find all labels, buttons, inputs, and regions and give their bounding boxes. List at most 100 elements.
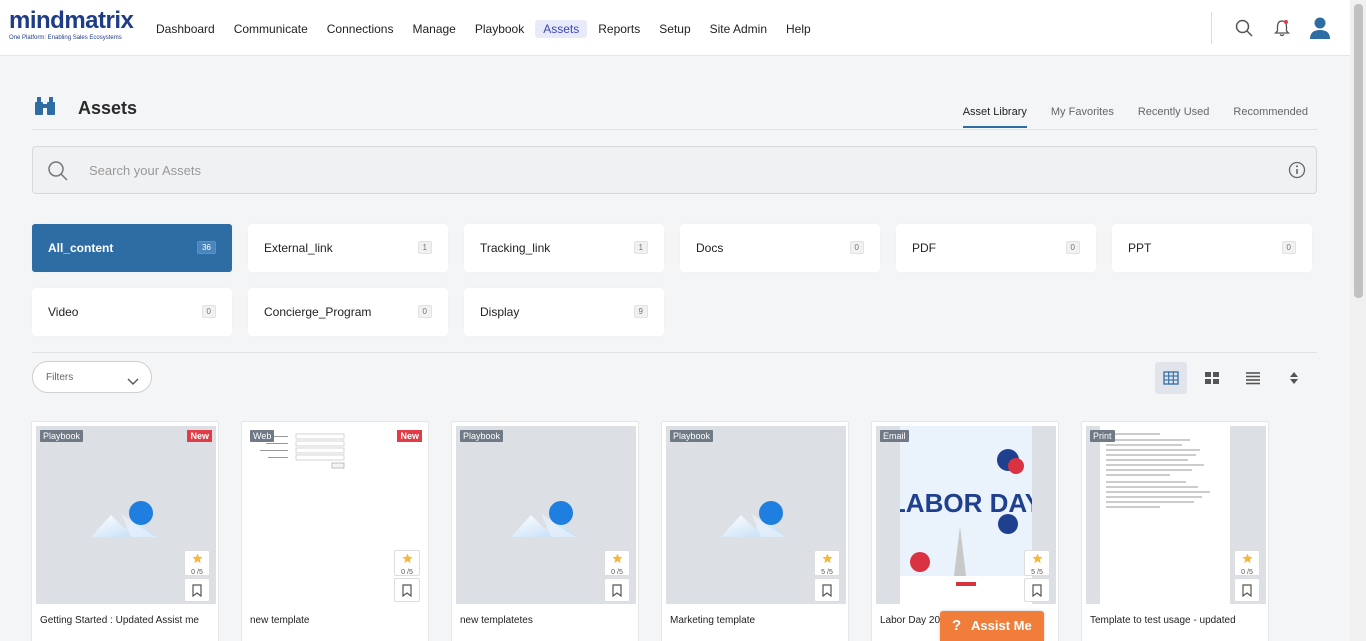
nav-reports[interactable]: Reports <box>590 20 648 38</box>
nav-site-admin[interactable]: Site Admin <box>702 20 775 38</box>
asset-name[interactable]: new template <box>250 615 424 626</box>
new-badge: New <box>397 430 422 442</box>
image-placeholder-icon <box>91 501 157 537</box>
asset-card[interactable]: LABOR DAY Email 5 /5 Labor Day 2023 <box>871 421 1059 641</box>
category-count: 0 <box>201 305 216 318</box>
user-avatar-icon[interactable] <box>1304 12 1336 44</box>
asset-card[interactable]: Playbook 0 /5 new templatetes <box>451 421 639 641</box>
category-count: 1 <box>417 241 432 254</box>
category-label: PDF <box>912 241 936 255</box>
category-label: Concierge_Program <box>264 305 372 319</box>
sort-icon[interactable] <box>1278 362 1310 394</box>
asset-name[interactable]: new templatetes <box>460 615 634 626</box>
category-concierge-program[interactable]: Concierge_Program 0 <box>248 288 448 336</box>
search-input[interactable] <box>89 157 1239 183</box>
asset-thumbnail[interactable]: Playbook New 0 /5 <box>36 426 216 604</box>
category-video[interactable]: Video 0 <box>32 288 232 336</box>
star-icon <box>611 553 623 564</box>
asset-card[interactable]: Playbook 5 /5 Marketing template <box>661 421 849 641</box>
star-icon <box>821 553 833 564</box>
rating-text: 0 /5 <box>1241 569 1253 576</box>
asset-type-badge: Web <box>250 430 275 442</box>
asset-type-badge: Playbook <box>460 430 504 442</box>
image-placeholder-icon <box>511 501 577 537</box>
category-external-link[interactable]: External_link 1 <box>248 224 448 272</box>
bell-icon[interactable] <box>1266 12 1298 44</box>
category-pdf[interactable]: PDF 0 <box>896 224 1096 272</box>
category-label: External_link <box>264 241 333 255</box>
asset-type-badge: Email <box>880 430 909 442</box>
tab-recommended[interactable]: Recommended <box>1233 106 1308 128</box>
asset-name[interactable]: Marketing template <box>670 615 844 626</box>
asset-name[interactable]: Getting Started : Updated Assist me <box>40 615 214 626</box>
bookmark-icon[interactable] <box>814 578 840 602</box>
rating-badge: 5 /5 <box>1024 550 1050 576</box>
category-ppt[interactable]: PPT 0 <box>1112 224 1312 272</box>
list-view-icon[interactable] <box>1237 362 1269 394</box>
nav-connections[interactable]: Connections <box>319 20 402 38</box>
tab-recently-used[interactable]: Recently Used <box>1138 106 1210 128</box>
nav-communicate[interactable]: Communicate <box>226 20 316 38</box>
tab-my-favorites[interactable]: My Favorites <box>1051 106 1114 128</box>
top-navbar: mindmatrix One Platform: Enabling Sales … <box>0 0 1350 56</box>
rating-text: 5 /5 <box>821 569 833 576</box>
star-icon <box>1241 553 1253 564</box>
category-display[interactable]: Display 9 <box>464 288 664 336</box>
divider <box>1211 12 1212 44</box>
tiles-view-icon[interactable] <box>1196 362 1228 394</box>
nav-playbook[interactable]: Playbook <box>467 20 532 38</box>
scroll-thumb[interactable] <box>1354 4 1363 298</box>
asset-thumbnail[interactable]: LABOR DAY Email 5 /5 <box>876 426 1056 604</box>
main-nav: Dashboard Communicate Connections Manage… <box>148 20 822 38</box>
category-count: 9 <box>633 305 648 318</box>
search-icon[interactable] <box>1228 12 1260 44</box>
nav-setup[interactable]: Setup <box>651 20 698 38</box>
category-tracking-link[interactable]: Tracking_link 1 <box>464 224 664 272</box>
tab-asset-library[interactable]: Asset Library <box>962 106 1027 128</box>
category-docs[interactable]: Docs 0 <box>680 224 880 272</box>
nav-help[interactable]: Help <box>778 20 819 38</box>
filters-dropdown[interactable]: Filters <box>32 361 152 393</box>
rating-badge: 0 /5 <box>1234 550 1260 576</box>
nav-dashboard[interactable]: Dashboard <box>148 20 223 38</box>
top-actions <box>1211 12 1336 44</box>
grid-table-view-icon[interactable] <box>1155 362 1187 394</box>
asset-thumbnail[interactable]: Web New 0 /5 <box>246 426 426 604</box>
asset-name[interactable]: Template to test usage - updated <box>1090 615 1264 626</box>
rating-text: 5 /5 <box>1031 569 1043 576</box>
asset-thumbnail[interactable]: Print 0 /5 <box>1086 426 1266 604</box>
thumb-headline: LABOR DAY <box>900 488 1032 518</box>
asset-card[interactable]: Web New 0 /5 new template <box>241 421 429 641</box>
asset-card[interactable]: Print 0 /5 Template to test usage - upda… <box>1081 421 1269 641</box>
page-header: Assets Asset Library My Favorites Recent… <box>32 94 1317 130</box>
divider <box>32 352 1317 353</box>
asset-card[interactable]: Playbook New 0 /5 Getting Started : Upda… <box>31 421 219 641</box>
asset-thumbnail[interactable]: Playbook 5 /5 <box>666 426 846 604</box>
bookmark-icon[interactable] <box>1234 578 1260 602</box>
star-icon <box>191 553 203 564</box>
category-label: PPT <box>1128 241 1152 255</box>
assist-me-label: Assist Me <box>971 618 1032 633</box>
category-count: 36 <box>197 241 216 254</box>
bookmark-icon[interactable] <box>394 578 420 602</box>
brand-tagline: One Platform: Enabling Sales Ecosystems <box>9 35 122 41</box>
bookmark-icon[interactable] <box>604 578 630 602</box>
bookmark-icon[interactable] <box>1024 578 1050 602</box>
labor-day-preview: LABOR DAY <box>900 426 1032 604</box>
nav-manage[interactable]: Manage <box>404 20 463 38</box>
category-all-content[interactable]: All_content 36 <box>32 224 232 272</box>
image-placeholder-icon <box>721 501 787 537</box>
rating-badge: 5 /5 <box>814 550 840 576</box>
rating-badge: 0 /5 <box>394 550 420 576</box>
library-tabs: Asset Library My Favorites Recently Used… <box>939 106 1308 128</box>
brand-logo[interactable]: mindmatrix One Platform: Enabling Sales … <box>9 9 134 49</box>
page-scrollbar[interactable] <box>1350 0 1366 641</box>
assist-me-button[interactable]: ? Assist Me <box>940 611 1044 641</box>
rating-text: 0 /5 <box>191 569 203 576</box>
nav-assets[interactable]: Assets <box>535 20 588 38</box>
info-icon[interactable] <box>1288 161 1306 179</box>
star-icon <box>1031 553 1043 564</box>
star-icon <box>401 553 413 564</box>
bookmark-icon[interactable] <box>184 578 210 602</box>
asset-thumbnail[interactable]: Playbook 0 /5 <box>456 426 636 604</box>
